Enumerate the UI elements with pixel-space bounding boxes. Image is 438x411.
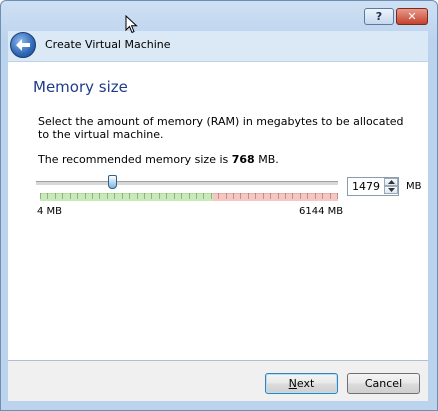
slider-tick (122, 193, 123, 199)
cancel-button[interactable]: Cancel (347, 373, 420, 394)
slider-tick (330, 193, 331, 199)
spin-up-button[interactable] (384, 178, 398, 186)
back-arrow-icon (16, 39, 30, 51)
slider-tick (129, 193, 130, 199)
next-label-rest: ext (296, 377, 315, 390)
slider-tick (248, 193, 249, 199)
next-mnemonic: N (288, 377, 297, 390)
slider-tick (240, 193, 241, 199)
memory-input[interactable] (348, 178, 384, 195)
slider-tick (270, 193, 271, 199)
slider-tick (181, 193, 182, 199)
slider-tick (211, 193, 212, 199)
slider-tick (196, 193, 197, 199)
slider-ticks (40, 193, 338, 201)
slider-tick (166, 193, 167, 199)
recommendation-prefix: The recommended memory size is (38, 153, 232, 166)
chevron-up-icon (387, 180, 395, 184)
slider-tick (174, 193, 175, 199)
slider-tick (107, 193, 108, 199)
slider-tick (92, 193, 93, 199)
min-memory-label: 4 MB (37, 206, 63, 217)
back-button[interactable] (10, 32, 36, 58)
slider-tick (307, 193, 308, 199)
slider-tick (55, 193, 56, 199)
slider-tick (77, 193, 78, 199)
slider-tick (189, 193, 190, 199)
content-panel (8, 62, 428, 360)
close-button[interactable]: ✕ (396, 8, 428, 25)
slider-tick (62, 193, 63, 199)
slider-tick (218, 193, 219, 199)
slider-tick (114, 193, 115, 199)
slider-tick (99, 193, 100, 199)
slider-tick (292, 193, 293, 199)
memory-unit-label: MB (406, 181, 422, 192)
slider-tick (337, 193, 338, 199)
slider-tick (233, 193, 234, 199)
slider-tick (137, 193, 138, 199)
slider-tick (70, 193, 71, 199)
mouse-pointer-icon (125, 15, 138, 34)
slider-tick (151, 193, 152, 199)
recommendation-text: The recommended memory size is 768 MB. (38, 153, 279, 166)
slider-tick (278, 193, 279, 199)
slider-tick (255, 193, 256, 199)
slider-tick (47, 193, 48, 199)
slider-tick (300, 193, 301, 199)
slider-tick (285, 193, 286, 199)
help-button[interactable]: ? (364, 8, 394, 25)
memory-slider-thumb[interactable] (108, 175, 117, 189)
memory-spinbox[interactable] (347, 177, 399, 196)
description-text: Select the amount of memory (RAM) in meg… (38, 115, 404, 141)
slider-tick (40, 193, 41, 199)
chevron-down-icon (387, 188, 395, 192)
recommendation-suffix: MB. (254, 153, 279, 166)
slider-tick (263, 193, 264, 199)
page-title: Memory size (33, 78, 128, 96)
slider-tick (159, 193, 160, 199)
slider-tick (322, 193, 323, 199)
memory-slider-track[interactable] (36, 181, 338, 186)
slider-tick (203, 193, 204, 199)
slider-tick (315, 193, 316, 199)
spin-down-button[interactable] (384, 186, 398, 194)
slider-tick (85, 193, 86, 199)
window-title: Create Virtual Machine (45, 38, 171, 51)
recommended-value: 768 (231, 153, 255, 166)
next-button[interactable]: Next (265, 373, 338, 394)
slider-tick (226, 193, 227, 199)
slider-tick (144, 193, 145, 199)
max-memory-label: 6144 MB (299, 206, 344, 217)
